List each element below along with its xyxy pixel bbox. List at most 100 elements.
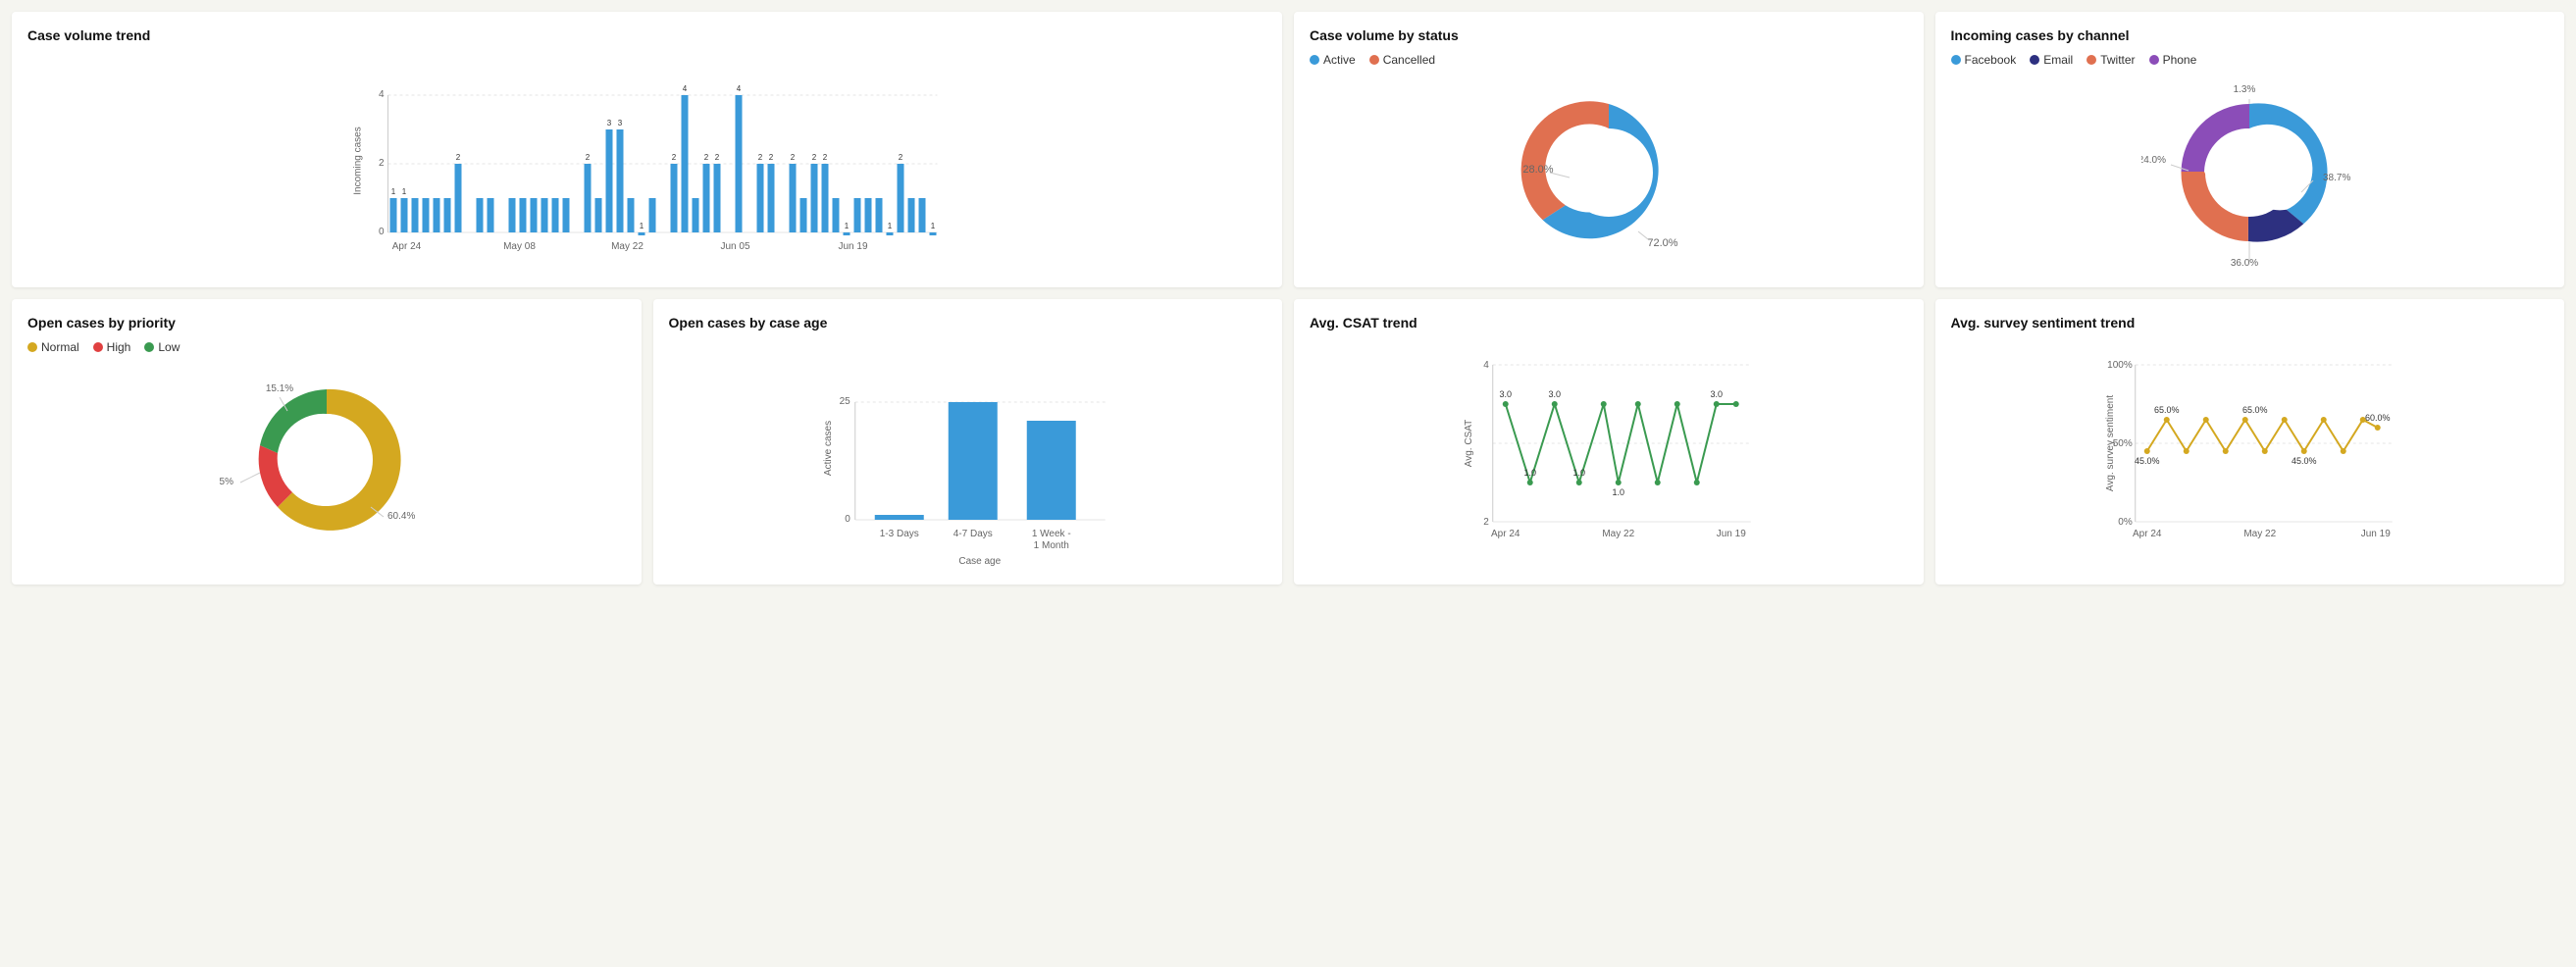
svg-text:May 22: May 22 [611,241,644,252]
open-by-priority-legend: Normal High Low [27,340,626,354]
svg-text:1 Month: 1 Month [1033,540,1068,551]
svg-text:Apr 24: Apr 24 [2133,529,2162,539]
facebook-dot [1951,55,1961,65]
svg-text:2: 2 [812,153,817,162]
svg-text:1: 1 [391,187,396,196]
svg-text:25: 25 [839,396,850,407]
svg-text:Jun 19: Jun 19 [838,241,867,252]
legend-email-label: Email [2043,53,2073,67]
svg-text:1: 1 [931,222,936,230]
legend-active: Active [1310,53,1356,67]
svg-text:2: 2 [704,153,709,162]
svg-text:1.0: 1.0 [1612,487,1624,497]
svg-text:0: 0 [379,227,385,237]
svg-text:1: 1 [845,222,850,230]
svg-text:28.0%: 28.0% [1522,164,1553,176]
open-priority-donut: 60.4% 24.5% 15.1% [27,362,626,558]
svg-text:50%: 50% [2112,438,2132,449]
case-volume-trend-svg: Incoming cases 0 2 4 1 1 [27,53,1266,269]
legend-facebook-label: Facebook [1965,53,2017,67]
open-by-priority-title: Open cases by priority [27,315,626,331]
case-volume-donut-svg: 72.0% 28.0% [1511,75,1707,271]
case-volume-trend-title: Case volume trend [27,27,1266,43]
case-volume-by-status-card: Case volume by status Active Cancelled [1294,12,1924,287]
legend-normal: Normal [27,340,79,354]
legend-low-label: Low [158,340,180,354]
twitter-dot [2087,55,2096,65]
case-volume-by-status-title: Case volume by status [1310,27,1908,43]
dashboard: Case volume trend Incoming cases 0 2 4 [12,12,2564,585]
legend-email: Email [2030,53,2073,67]
legend-phone: Phone [2149,53,2197,67]
svg-text:2: 2 [586,153,591,162]
legend-normal-label: Normal [41,340,79,354]
svg-text:60.0%: 60.0% [2364,413,2390,423]
svg-text:0%: 0% [2118,517,2133,528]
svg-text:1: 1 [402,187,407,196]
open-by-priority-card: Open cases by priority Normal High Low [12,299,642,585]
svg-text:3.0: 3.0 [1548,389,1561,399]
svg-text:72.0%: 72.0% [1647,237,1677,249]
legend-twitter: Twitter [2087,53,2135,67]
email-dot [2030,55,2039,65]
legend-facebook: Facebook [1951,53,2017,67]
svg-text:2: 2 [715,153,720,162]
incoming-channel-donut-svg: 38.7% 36.0% 24.0% 1.3% [2141,75,2357,271]
svg-text:2: 2 [379,158,385,169]
incoming-by-channel-card: Incoming cases by channel Facebook Email… [1935,12,2565,287]
svg-text:38.7%: 38.7% [2323,173,2350,183]
avg-survey-sentiment-chart: Avg. survey sentiment 0% 50% 100% [1951,340,2550,559]
svg-text:100%: 100% [2107,360,2133,371]
svg-text:Case age: Case age [958,556,1001,566]
svg-text:65.0%: 65.0% [2241,405,2267,415]
svg-text:2: 2 [672,153,677,162]
svg-text:Jun 19: Jun 19 [1717,529,1746,539]
svg-text:2: 2 [769,153,774,162]
svg-text:4-7 Days: 4-7 Days [953,529,992,539]
legend-cancelled-label: Cancelled [1383,53,1435,67]
avg-survey-sentiment-svg: Avg. survey sentiment 0% 50% 100% [1951,340,2550,556]
svg-text:36.0%: 36.0% [2231,258,2258,269]
case-volume-donut: 72.0% 28.0% [1310,75,1908,271]
svg-text:Apr 24: Apr 24 [1491,529,1520,539]
svg-text:1.3%: 1.3% [2234,84,2256,95]
svg-text:4: 4 [379,89,385,100]
avg-csat-trend-card: Avg. CSAT trend Avg. CSAT 2 4 [1294,299,1924,585]
svg-text:Incoming cases: Incoming cases [353,127,364,194]
svg-text:Jun 19: Jun 19 [2360,529,2390,539]
open-priority-donut-svg: 60.4% 24.5% 15.1% [219,362,435,558]
incoming-by-channel-legend: Facebook Email Twitter Phone [1951,53,2550,67]
svg-text:2: 2 [899,153,903,162]
svg-text:2: 2 [456,153,461,162]
legend-high-label: High [107,340,131,354]
svg-text:65.0%: 65.0% [2153,405,2179,415]
svg-text:4: 4 [1483,360,1489,371]
svg-text:1: 1 [640,222,644,230]
avg-csat-svg: Avg. CSAT 2 4 [1310,340,1908,556]
svg-text:1.0: 1.0 [1572,468,1585,478]
avg-csat-chart: Avg. CSAT 2 4 [1310,340,1908,559]
cancelled-dot [1369,55,1379,65]
svg-text:May 22: May 22 [1602,529,1634,539]
svg-text:2: 2 [1483,517,1489,528]
case-volume-trend-chart: Incoming cases 0 2 4 1 1 [27,53,1266,272]
legend-cancelled: Cancelled [1369,53,1435,67]
avg-csat-trend-title: Avg. CSAT trend [1310,315,1908,331]
legend-active-label: Active [1323,53,1356,67]
legend-twitter-label: Twitter [2100,53,2135,67]
svg-text:May 08: May 08 [503,241,536,252]
svg-text:3: 3 [618,119,623,127]
open-by-case-age-card: Open cases by case age Active cases 0 25 [653,299,1283,585]
svg-text:1 Week -: 1 Week - [1031,529,1070,539]
svg-text:45.0%: 45.0% [2134,456,2159,466]
low-dot [144,342,154,352]
svg-text:1.0: 1.0 [1523,468,1536,478]
phone-dot [2149,55,2159,65]
incoming-channel-donut: 38.7% 36.0% 24.0% 1.3% [1951,75,2550,271]
legend-phone-label: Phone [2163,53,2197,67]
svg-text:0: 0 [845,514,850,525]
svg-text:60.4%: 60.4% [387,511,415,522]
svg-text:24.5%: 24.5% [219,477,233,487]
svg-text:Jun 05: Jun 05 [720,241,749,252]
normal-dot [27,342,37,352]
